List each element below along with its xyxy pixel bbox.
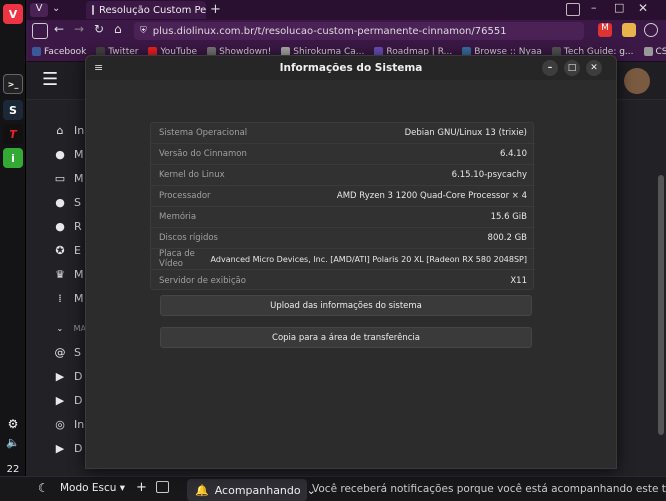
dialog-titlebar: ≡ Informações do Sistema – □ ✕ [86,56,616,80]
vivaldi-menu-button[interactable]: V [30,3,48,17]
youtube-icon: ▶ [55,393,65,407]
sidebar-item-messages[interactable]: ▭ M [26,168,86,188]
hamburger-menu-icon[interactable]: ☰ [42,71,58,89]
page-footer: ☾ Modo Escu ▾ + 🔔 Acompanhando ⌄ Você re… [0,476,666,501]
user-icon: ● [55,147,65,161]
info-app-icon[interactable]: i [3,148,23,168]
maximize-button[interactable]: □ [614,1,624,14]
dialog-menu-icon[interactable]: ≡ [94,61,103,74]
bookmark-cs-rin[interactable]: CS.RIN.RU - St... [643,47,666,57]
sidebar-link-s[interactable]: @ S [26,342,86,362]
dialog-close-button[interactable]: ✕ [586,60,602,76]
address-bar-row: ← → ↻ ⌂ ⛨ plus.diolinux.com.br/t/resoluc… [26,20,666,42]
profile-icon[interactable] [644,23,658,37]
bookmark-facebook[interactable]: Facebook [32,47,86,57]
info-row-memory: Memória 15.6 GiB [151,207,535,228]
sidebar-link-d2[interactable]: ▶ D [26,390,86,410]
system-info-dialog: ≡ Informações do Sistema – □ ✕ Sistema O… [85,55,617,469]
notification-text: Você receberá notificações porque você e… [312,483,666,495]
window-tile-icon[interactable] [566,3,580,16]
sidebar-link-instagram[interactable]: ◎ In [26,414,86,434]
url-text: plus.diolinux.com.br/t/resolucao-custom-… [152,25,507,37]
bell-icon: 🔔 [195,483,209,497]
extension-m-icon[interactable]: M [598,23,612,37]
info-row-disks: Discos rígidos 800.2 GB [151,228,535,249]
info-row-gpu: Placa de Vídeo Advanced Micro Devices, In… [151,249,535,270]
new-tab-button[interactable]: + [210,2,221,17]
page-scrollbar[interactable] [658,175,664,435]
clock-hour: 22 [6,464,20,475]
sidebar-item-more[interactable]: ⁞ M [26,288,86,308]
chevron-down-icon: ⌄ [56,323,64,333]
reload-button[interactable]: ↻ [94,22,104,36]
close-button[interactable]: ✕ [638,1,648,15]
url-field[interactable]: ⛨ plus.diolinux.com.br/t/resolucao-custo… [134,22,584,40]
site-info-icon[interactable]: ⛨ [140,26,147,36]
home-icon: ⌂ [56,123,64,137]
sidebar-item-s[interactable]: ● S [26,192,86,212]
forum-sidebar: ⌂ In ● M ▭ M ● S ● R ✪ E ♛ M ⁞ M ⌄ MA @ S ▶ D ▶ D ◎ I… [26,100,87,500]
sidebar-item-profile[interactable]: ● M [26,144,86,164]
person-icon: ● [55,219,65,233]
upload-system-info-button[interactable]: Upload das informações do sistema [160,295,532,316]
sidebar-item-badges[interactable]: ✪ E [26,240,86,260]
tab-bar: V ⌄ Resolução Custom Permar + – □ ✕ [26,0,666,20]
sidebar-link-d1[interactable]: ▶ D [26,366,86,386]
dark-mode-selector[interactable]: Modo Escu ▾ [60,482,125,494]
document-icon: ▭ [54,171,66,185]
minimize-button[interactable]: – [591,1,597,14]
extension-icon[interactable] [622,23,636,37]
circle-icon: ● [55,195,65,209]
facebook-icon [32,47,41,56]
home-button[interactable]: ⌂ [114,22,122,36]
dialog-minimize-button[interactable]: – [542,60,558,76]
at-icon: @ [54,345,66,359]
sidebar-item-crown[interactable]: ♛ M [26,264,86,284]
badge-icon: ✪ [55,243,65,257]
info-row-cinnamon: Versão do Cinnamon 6.4.10 [151,144,535,165]
instagram-icon: ◎ [55,417,65,431]
sidebar-section-header[interactable]: ⌄ MA [26,318,86,338]
info-row-kernel: Kernel do Linux 6.15.10-psycachy [151,165,535,186]
crown-icon: ♛ [55,267,65,281]
tab-favicon-icon [92,5,94,15]
steam-tray-icon[interactable]: ⚙ [3,414,23,434]
tab-title: Resolução Custom Permar [99,4,206,16]
youtube-icon: ▶ [55,369,65,383]
compose-icon[interactable] [156,481,169,493]
volume-icon[interactable]: 🔈 [3,432,23,452]
terminal-icon[interactable]: >_ [3,74,23,94]
notification-level-button[interactable]: 🔔 Acompanhando ⌄ [187,479,316,501]
cs-rin-icon [643,47,653,56]
add-button[interactable]: + [136,480,147,495]
info-row-os: Sistema Operacional Debian GNU/Linux 13 (… [151,123,535,144]
game-launcher-icon[interactable]: T [3,124,23,144]
forward-button[interactable]: → [74,22,84,36]
sidebar-item-r[interactable]: ● R [26,216,86,236]
moon-icon: ☾ [38,481,49,495]
vivaldi-icon[interactable]: V [3,4,23,24]
back-button[interactable]: ← [54,22,64,36]
sidebar-toggle-icon[interactable] [32,23,48,39]
avatar[interactable] [624,68,650,94]
dialog-maximize-button[interactable]: □ [564,60,580,76]
copy-to-clipboard-button[interactable]: Copia para a área de transferência [160,327,532,348]
sidebar-item-home[interactable]: ⌂ In [26,120,86,140]
tab-active[interactable]: Resolução Custom Permar [86,1,206,19]
dialog-title: Informações do Sistema [279,62,423,74]
system-info-list: Sistema Operacional Debian GNU/Linux 13 (… [150,122,535,290]
steam-icon[interactable]: S [3,100,23,120]
youtube-icon: ▶ [55,441,65,455]
grid-icon: ⁞ [58,291,62,305]
sidebar-link-d3[interactable]: ▶ D [26,438,86,458]
info-row-display-server: Servidor de exibição X11 [159,275,527,286]
tab-stack-chevron-icon[interactable]: ⌄ [52,3,74,17]
info-row-processor: Processador AMD Ryzen 3 1200 Quad-Core Pr… [151,186,535,207]
system-dock: V >_ S T i ⚙ 🔈 22 36 [0,0,26,500]
